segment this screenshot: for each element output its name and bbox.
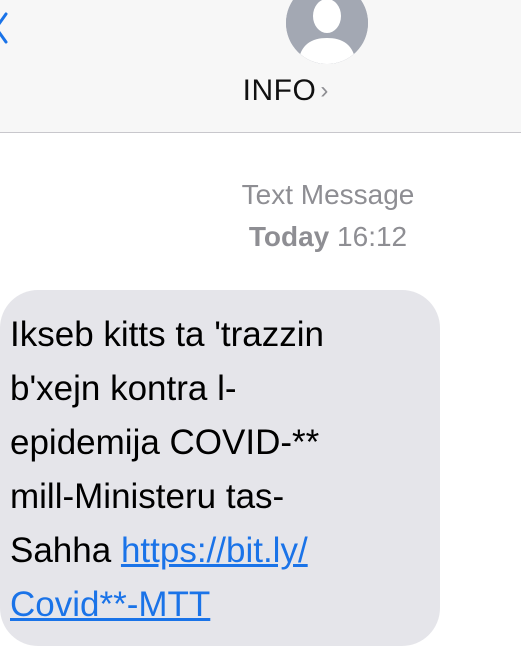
chevron-left-icon[interactable] — [0, 12, 8, 44]
contact-name: INFO — [242, 74, 317, 107]
service-label: Text Message — [241, 179, 415, 210]
chevron-right-icon: › — [320, 77, 329, 104]
avatar[interactable] — [286, 0, 368, 64]
conversation-header: INFO › — [0, 0, 521, 133]
message-text: Ikseb kitts ta 'trazzin b'xejn kontra l-… — [10, 308, 430, 632]
message-timestamp: Text Message Today 16:12 — [180, 174, 476, 258]
date-time-row: Today 16:12 — [180, 216, 476, 258]
contact-name-button[interactable]: INFO › — [0, 74, 521, 114]
day-label: Today — [248, 221, 330, 252]
time-label: 16:12 — [337, 221, 408, 252]
person-silhouette-icon — [286, 0, 368, 64]
